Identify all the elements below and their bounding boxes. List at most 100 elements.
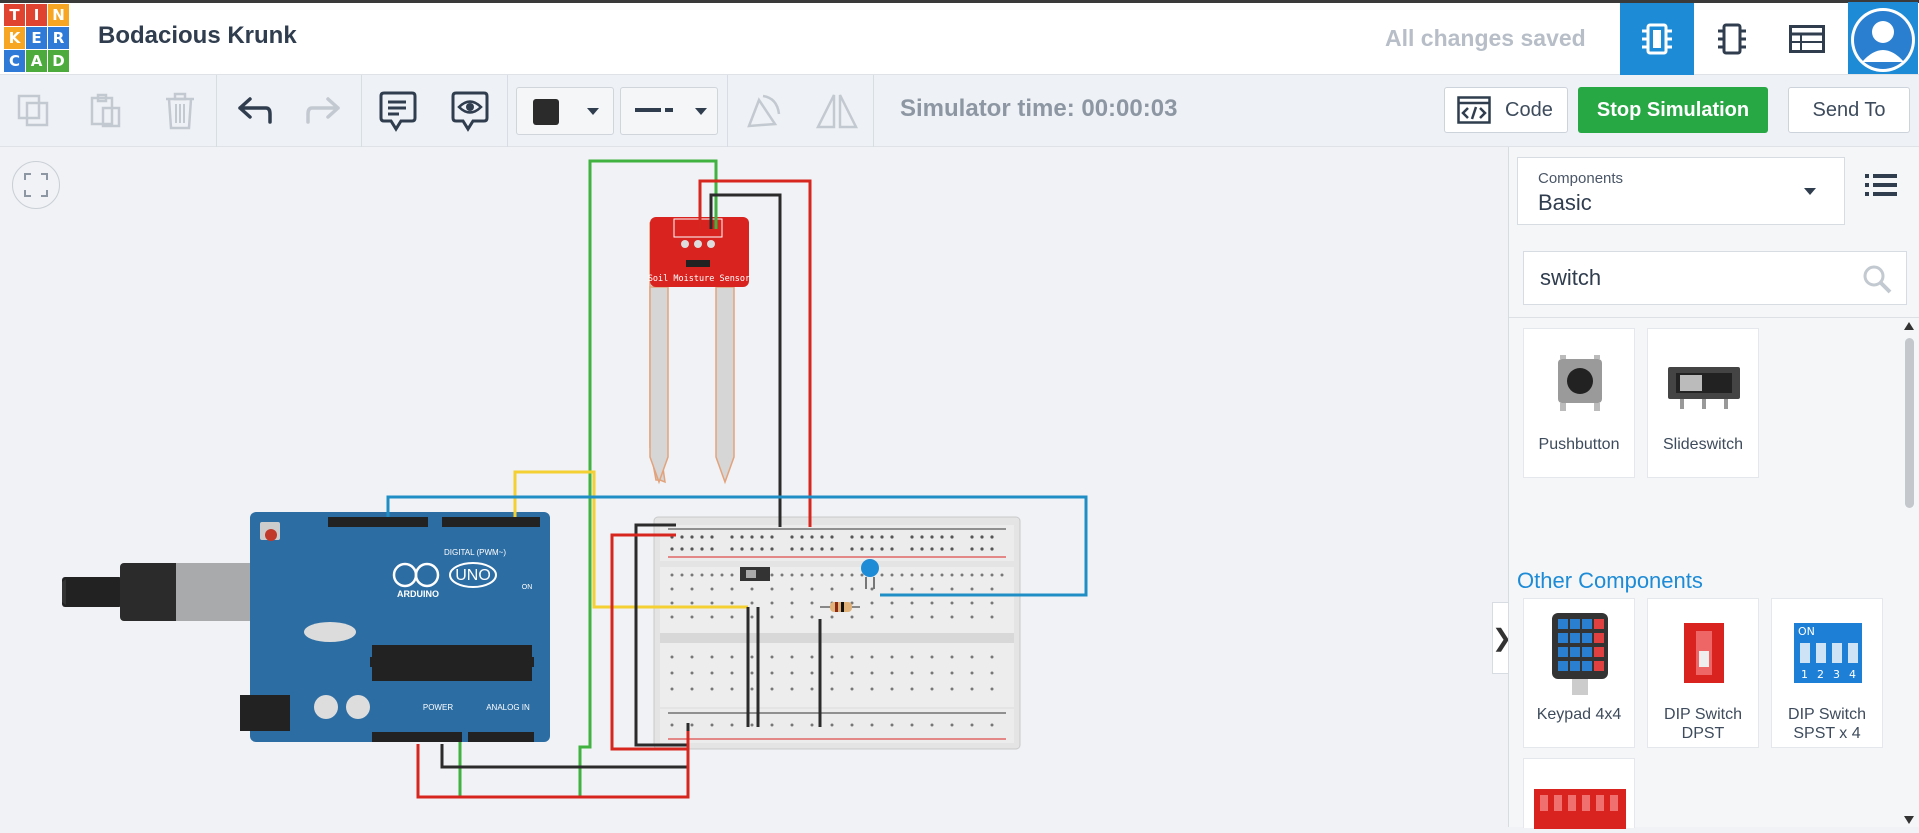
dip-switch-spst-icon: ON 1 2 3 4	[1794, 623, 1862, 683]
category-value: Basic	[1538, 190, 1592, 215]
circuit-canvas[interactable]: Soil Moisture Sensor ARDUINO UNO DIGITAL	[0, 147, 1512, 827]
panel-scrollbar[interactable]	[1901, 318, 1917, 828]
toolbar-divider	[727, 75, 728, 147]
component-card-dip-switch-dpst[interactable]: DIP Switch DPST	[1647, 598, 1759, 748]
keypad-icon	[1552, 613, 1608, 695]
components-category-dropdown[interactable]: Components Basic	[1517, 157, 1845, 225]
user-avatar[interactable]	[1848, 2, 1918, 74]
svg-text:3: 3	[1833, 668, 1840, 681]
save-status: All changes saved	[1385, 25, 1586, 51]
dip-switch-red-icon	[1534, 789, 1626, 829]
code-icon	[1457, 96, 1491, 124]
color-picker[interactable]	[516, 87, 614, 135]
slideswitch-icon	[1668, 367, 1740, 409]
slideswitch-component[interactable]	[740, 567, 770, 581]
chevron-down-icon	[695, 108, 707, 115]
component-card-label: Keypad 4x4	[1536, 706, 1622, 723]
circuit-diagram: Soil Moisture Sensor ARDUINO UNO DIGITAL	[62, 159, 1088, 799]
simulator-time: Simulator time: 00:00:03	[900, 95, 1178, 122]
delete-button[interactable]	[158, 89, 202, 133]
chevron-down-icon	[1804, 188, 1816, 195]
component-card-sublabel: DPST	[1681, 725, 1725, 742]
toolbar-divider	[873, 75, 874, 147]
line-style-icon	[635, 108, 673, 112]
logo-letter: N	[48, 4, 69, 26]
logo-letter: D	[48, 50, 69, 72]
component-card-label: Pushbutton	[1538, 436, 1620, 453]
list-icon	[1865, 174, 1897, 196]
search-input[interactable]	[1538, 264, 1842, 292]
dip-switch-dpst-icon	[1684, 623, 1724, 683]
table-icon	[1789, 25, 1825, 53]
soil-moisture-sensor[interactable]: Soil Moisture Sensor	[648, 217, 750, 485]
copy-icon	[17, 94, 49, 127]
arduino-brand: ARDUINO	[397, 589, 439, 599]
redo-button[interactable]	[302, 89, 346, 133]
component-results: Pushbutton Slideswitch Other Components …	[1509, 317, 1919, 829]
logo-letter: A	[26, 50, 47, 72]
paste-button[interactable]	[84, 89, 128, 133]
component-list-view-button[interactable]	[1770, 3, 1844, 75]
svg-text:1: 1	[1801, 668, 1808, 681]
breadboard-icon	[1642, 23, 1672, 55]
component-card-label: Slideswitch	[1662, 436, 1744, 453]
toolbar-divider	[507, 75, 508, 147]
scrollbar-thumb[interactable]	[1905, 338, 1914, 508]
code-button-label: Code	[1505, 98, 1553, 121]
arduino-analog-label: ANALOG IN	[486, 703, 530, 712]
logo-letter: E	[26, 27, 47, 49]
pushbutton-icon	[1558, 355, 1602, 411]
component-card-keypad[interactable]: Keypad 4x4	[1523, 598, 1635, 748]
breadboard[interactable]	[653, 516, 1021, 750]
code-button[interactable]: Code	[1444, 87, 1568, 133]
project-title[interactable]: Bodacious Krunk	[98, 22, 297, 50]
component-card-slideswitch[interactable]: Slideswitch	[1647, 328, 1759, 478]
mirror-button[interactable]	[812, 89, 862, 133]
trash-icon	[166, 92, 194, 130]
top-bar: T I N K E R C A D Bodacious Krunk All ch…	[0, 0, 1919, 75]
list-view-button[interactable]	[1865, 173, 1897, 202]
copy-button[interactable]	[12, 89, 56, 133]
logo-letter: C	[4, 50, 25, 72]
undo-icon	[238, 97, 272, 124]
logo-letter: T	[4, 4, 25, 26]
component-card-sublabel: SPST x 4	[1793, 725, 1861, 742]
eye-note-icon	[451, 91, 489, 132]
component-card-dip-switch-red[interactable]	[1523, 758, 1635, 829]
logo-letter: K	[4, 27, 25, 49]
line-style-picker[interactable]	[620, 87, 718, 135]
mirror-icon	[815, 94, 859, 129]
notes-button[interactable]	[376, 89, 420, 133]
paste-icon	[90, 93, 121, 128]
component-card-label: DIP Switch	[1788, 706, 1866, 723]
arduino-digital-label: DIGITAL (PWM~)	[444, 548, 506, 557]
component-card-label: DIP Switch	[1664, 706, 1742, 723]
search-icon[interactable]	[1862, 264, 1892, 294]
other-components-heading: Other Components	[1517, 568, 1703, 593]
rotate-button[interactable]	[742, 89, 786, 133]
user-icon	[1851, 8, 1915, 72]
stop-simulation-button[interactable]: Stop Simulation	[1578, 87, 1768, 133]
send-to-button[interactable]: Send To	[1788, 87, 1910, 133]
sensor-label: Soil Moisture Sensor	[648, 274, 750, 284]
circuit-view-button[interactable]	[1620, 3, 1694, 75]
toolbar: Simulator time: 00:00:03 Code Stop Simul…	[0, 75, 1919, 147]
schematic-view-button[interactable]	[1695, 3, 1769, 75]
chip-icon	[1718, 23, 1746, 55]
rotate-icon	[747, 94, 781, 128]
component-card-dip-switch-spst-x4[interactable]: ON 1 2 3 4 DIP Switch SPST x 4	[1771, 598, 1883, 748]
arduino-on-label: ON	[522, 584, 533, 591]
svg-text:ON: ON	[1798, 625, 1815, 638]
undo-button[interactable]	[232, 89, 276, 133]
logo-letter: I	[26, 4, 47, 26]
arduino-uno-board[interactable]: ARDUINO UNO DIGITAL (PWM~) POWER ANALOG …	[62, 512, 550, 742]
tinkercad-logo[interactable]: T I N K E R C A D	[4, 4, 70, 74]
note-icon	[379, 91, 417, 132]
component-search-field[interactable]	[1523, 251, 1907, 305]
toggle-notes-visibility-button[interactable]	[448, 89, 492, 133]
scroll-down-icon[interactable]	[1904, 816, 1914, 824]
scroll-up-icon[interactable]	[1904, 322, 1914, 330]
toolbar-divider	[216, 75, 217, 147]
arduino-model: UNO	[455, 567, 491, 584]
component-card-pushbutton[interactable]: Pushbutton	[1523, 328, 1635, 478]
